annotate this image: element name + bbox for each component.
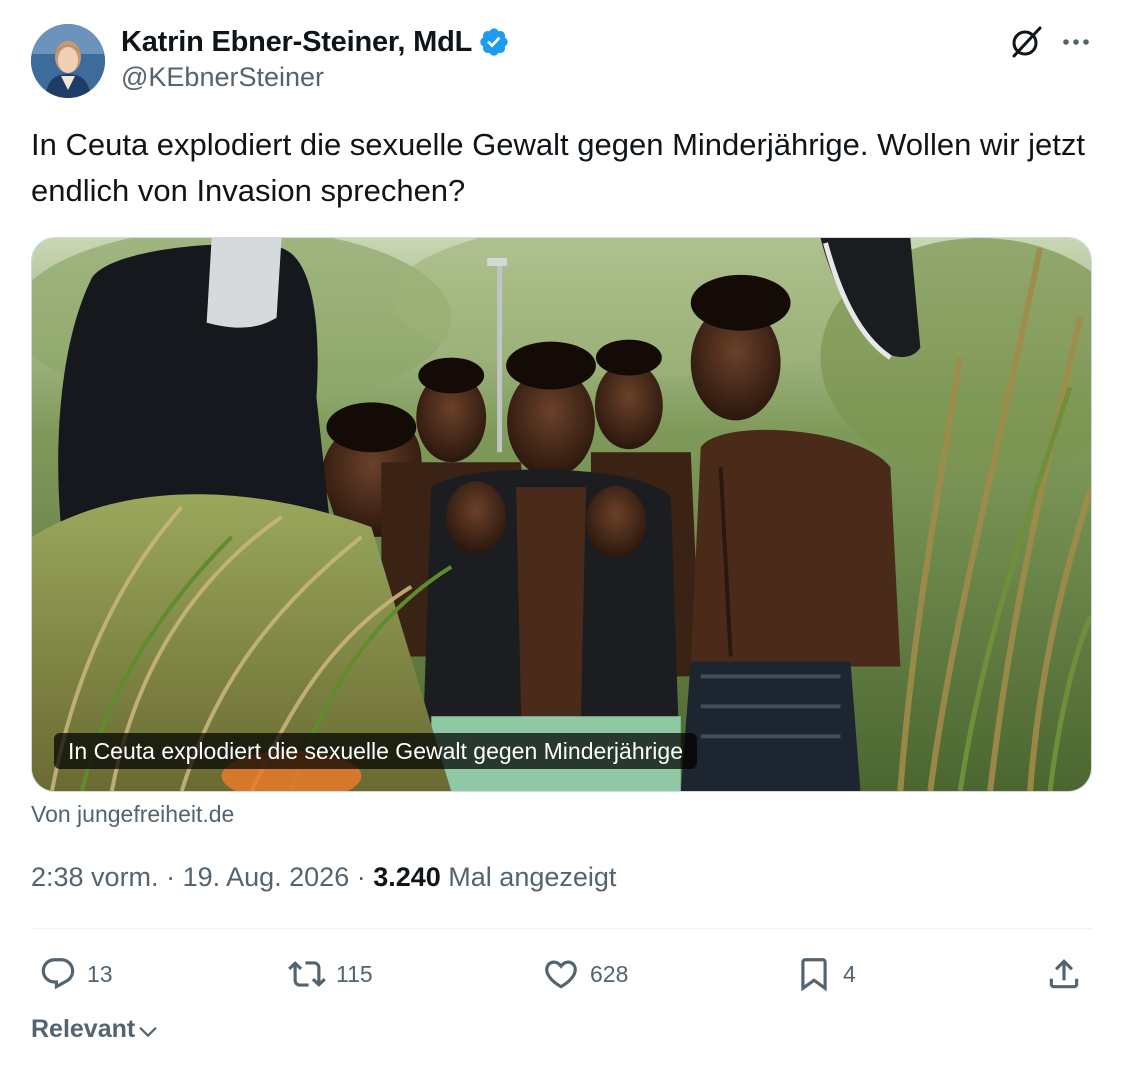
bookmark-button[interactable]: 4 [795, 952, 856, 996]
sort-replies-dropdown[interactable]: Relevant [31, 1015, 159, 1044]
like-button[interactable]: 628 [542, 952, 628, 996]
grok-icon[interactable] [1008, 24, 1044, 60]
meta-separator: · [349, 862, 374, 892]
more-icon[interactable] [1058, 26, 1094, 58]
tweet-date[interactable]: 19. Aug. 2026 [183, 862, 350, 892]
reply-icon [41, 958, 75, 990]
sort-label: Relevant [31, 1015, 136, 1043]
avatar-image [31, 24, 105, 98]
author-name-row[interactable]: Katrin Ebner-Steiner, MdL [121, 23, 510, 61]
media-card[interactable]: In Ceuta explodiert die sexuelle Gewalt … [31, 237, 1092, 792]
bookmark-count: 4 [843, 960, 856, 987]
author-handle[interactable]: @KEbnerSteiner [121, 62, 324, 93]
author-avatar[interactable] [31, 24, 105, 98]
retweet-button[interactable]: 115 [288, 952, 373, 996]
view-count[interactable]: 3.240 [373, 862, 441, 892]
divider [31, 928, 1092, 929]
retweet-icon [288, 961, 326, 987]
media-photo [32, 238, 1091, 791]
media-caption: In Ceuta explodiert die sexuelle Gewalt … [54, 733, 697, 769]
meta-separator: · [158, 862, 183, 892]
chevron-down-icon [139, 1026, 157, 1037]
reply-button[interactable]: 13 [39, 952, 113, 996]
tweet-container: Katrin Ebner-Steiner, MdL @KEbnerSteiner… [0, 0, 1123, 1072]
tweet-meta: 2:38 vorm. · 19. Aug. 2026 · 3.240 Mal a… [31, 862, 616, 893]
heart-icon [545, 960, 577, 989]
tweet-time[interactable]: 2:38 vorm. [31, 862, 159, 892]
reply-count: 13 [87, 960, 113, 987]
tweet-text: In Ceuta explodiert die sexuelle Gewalt … [31, 127, 1085, 208]
view-count-label[interactable]: Mal angezeigt [441, 862, 616, 892]
media-source-link[interactable]: Von jungefreiheit.de [31, 801, 234, 828]
share-icon [1049, 959, 1079, 989]
share-button[interactable] [1045, 952, 1083, 996]
like-count: 628 [590, 960, 629, 987]
bookmark-icon [801, 958, 827, 992]
retweet-count: 115 [336, 960, 373, 987]
author-display-name[interactable]: Katrin Ebner-Steiner, MdL [121, 26, 472, 59]
verified-badge-icon[interactable] [478, 26, 510, 58]
